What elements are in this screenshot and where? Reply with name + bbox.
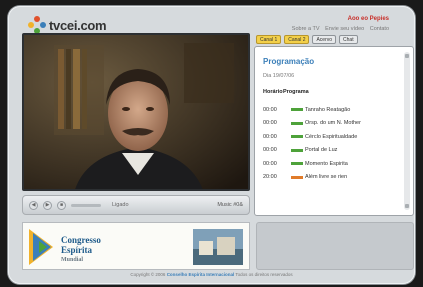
nav-link-submit-video[interactable]: Envie seu vídeo (325, 26, 364, 32)
video-player[interactable] (22, 33, 250, 191)
row-program: Portal de Luz (305, 147, 338, 154)
banner-title-line1: Congresso (61, 235, 101, 245)
schedule-date: Dia 19/07/06 (263, 73, 295, 79)
category-bar (291, 108, 303, 112)
category-bar (291, 135, 303, 139)
scroll-up-arrow[interactable] (405, 54, 409, 58)
schedule-list: 00:00 Tanraho Reatagão 00:00 Orsp. do um… (263, 103, 403, 184)
schedule-row[interactable]: 00:00 Cérclo Espiritualdade (263, 130, 403, 144)
player-controls: ◀ ▶ ■ Ligado Music #0& (22, 195, 250, 215)
schedule-header: Horário Programa (263, 89, 309, 95)
row-program: Cérclo Espiritualdade (305, 133, 358, 140)
banner-title-line3: Mundial (61, 257, 84, 263)
tab-acervo[interactable]: Acervo (312, 35, 337, 44)
top-navigation: Aoo eo Pepies Sobre a TV Envie seu vídeo… (288, 16, 389, 32)
side-placeholder-box (256, 222, 414, 270)
row-time: 00:00 (263, 120, 277, 127)
category-bar (291, 162, 303, 166)
row-time: 20:00 (263, 174, 277, 181)
tab-canal-2[interactable]: Canal 2 (284, 35, 310, 44)
logo-text: tvcei.com (49, 17, 107, 33)
site-logo[interactable]: tvcei.com (28, 15, 107, 35)
tab-canal-1[interactable]: Canal 1 (256, 35, 282, 44)
column-header-program: Programa (283, 89, 309, 95)
row-time: 00:00 (263, 106, 277, 113)
row-program: Momento Espirita (305, 160, 348, 167)
category-bar (291, 121, 303, 125)
schedule-panel: Programação Dia 19/07/06 Horário Program… (254, 46, 414, 216)
player-status: Ligado (112, 202, 129, 208)
category-bar (291, 148, 303, 152)
rewind-button[interactable]: ◀ (29, 200, 38, 210)
footer-organization-link[interactable]: Conselho Espírita Internacional (167, 272, 235, 277)
schedule-row[interactable]: 00:00 Portal de Luz (263, 144, 403, 158)
category-bar (291, 175, 303, 179)
scroll-down-arrow[interactable] (405, 204, 409, 208)
footer-rights: Todos os direitos reservados (235, 272, 293, 277)
row-time: 00:00 (263, 147, 277, 154)
volume-slider[interactable] (71, 203, 101, 207)
nav-link-contact[interactable]: Contato (370, 26, 389, 32)
nav-link-about[interactable]: Sobre a TV (292, 26, 320, 32)
schedule-row[interactable]: 00:00 Tanraho Reatagão (263, 103, 403, 117)
language-link[interactable]: Aoo eo Pepies (288, 16, 389, 22)
footer: Copyright © 2006 Conselho Espírita Inter… (0, 272, 423, 277)
schedule-title: Programação (263, 57, 315, 66)
row-program: Orsp. do um N. Mother (305, 120, 361, 127)
video-frame (24, 35, 248, 189)
channel-tabs: Canal 1 Canal 2 Acervo Chat (256, 35, 358, 44)
column-header-time: Horário (263, 89, 283, 95)
banner-title-line2: Espírita (61, 245, 93, 255)
stop-button[interactable]: ■ (57, 200, 66, 210)
row-program: Tanraho Reatagão (305, 106, 351, 113)
banner-graphic (23, 223, 249, 269)
player-mode-link[interactable]: Music #0& (217, 202, 243, 208)
footer-copyright: Copyright © 2006 (130, 272, 166, 277)
schedule-row[interactable]: 00:00 Orsp. do um N. Mother (263, 117, 403, 131)
play-button[interactable]: ▶ (43, 200, 52, 210)
schedule-scrollbar[interactable] (404, 52, 410, 210)
congress-banner[interactable]: Congresso Espírita Mundial (22, 222, 250, 270)
tab-chat[interactable]: Chat (339, 35, 358, 44)
row-program: Além livre se rien (305, 174, 348, 181)
row-time: 00:00 (263, 160, 277, 167)
row-time: 00:00 (263, 133, 277, 140)
schedule-row[interactable]: 00:00 Momento Espirita (263, 157, 403, 171)
schedule-row[interactable]: 20:00 Além livre se rien (263, 171, 403, 185)
logo-icon (28, 16, 46, 34)
